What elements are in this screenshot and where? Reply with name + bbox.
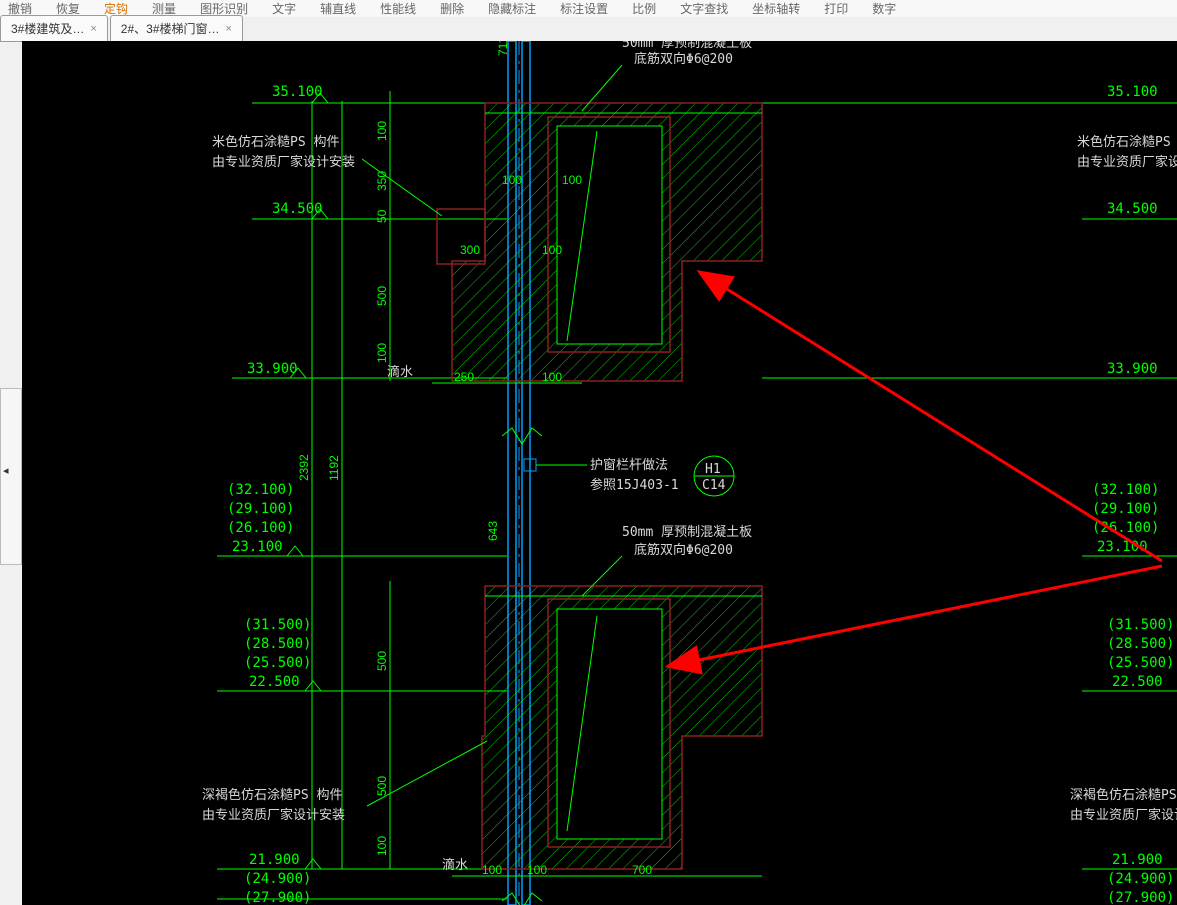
svg-text:(31.500): (31.500) — [1107, 617, 1174, 633]
svg-text:100: 100 — [375, 343, 389, 363]
svg-text:250: 250 — [454, 370, 474, 384]
svg-text:100: 100 — [375, 121, 389, 141]
svg-text:(24.900): (24.900) — [1107, 871, 1174, 887]
svg-text:(24.900): (24.900) — [244, 871, 311, 887]
tab-label: 2#、3#楼梯门窗… — [121, 20, 220, 37]
notes-lower: 深褐色仿石涂糙PS 构件 由专业资质厂家设计安装 滴水 — [202, 741, 487, 873]
svg-text:(25.500): (25.500) — [1107, 655, 1174, 671]
tab-bar: 3#楼建筑及… × 2#、3#楼梯门窗… × — [0, 17, 1177, 42]
slab-note-lower: 50mm 厚预制混凝土板 底筋双向Φ6@200 — [582, 524, 752, 596]
menu-item[interactable]: 打印 — [824, 0, 848, 17]
menu-item[interactable]: 坐标轴转 — [752, 0, 800, 17]
svg-text:100: 100 — [542, 243, 562, 257]
close-icon[interactable]: × — [90, 23, 96, 35]
svg-text:由专业资质厂家设计安: 由专业资质厂家设计安 — [1070, 807, 1177, 823]
elevation-labels-right: 35.100 34.500 33.900 (32.100) (29.100) (… — [1092, 84, 1174, 905]
svg-text:50mm 厚预制混凝土板: 50mm 厚预制混凝土板 — [622, 41, 752, 51]
svg-text:500: 500 — [375, 286, 389, 306]
svg-text:(27.900): (27.900) — [1107, 890, 1174, 905]
svg-text:由专业资质厂家设: 由专业资质厂家设 — [1077, 154, 1177, 170]
svg-text:C14: C14 — [702, 478, 726, 493]
svg-text:21.900: 21.900 — [1112, 852, 1163, 868]
menu-item[interactable]: 标注设置 — [560, 0, 608, 17]
svg-text:100: 100 — [482, 863, 502, 877]
svg-text:100: 100 — [542, 370, 562, 384]
annotation-arrows — [694, 286, 1162, 661]
svg-text:2392: 2392 — [297, 454, 311, 481]
side-panel[interactable]: ◂ — [0, 388, 22, 565]
close-icon[interactable]: × — [226, 23, 232, 35]
svg-text:(28.500): (28.500) — [1107, 636, 1174, 652]
svg-text:23.100: 23.100 — [232, 539, 283, 555]
svg-text:(31.500): (31.500) — [244, 617, 311, 633]
menu-item[interactable]: 比例 — [632, 0, 656, 17]
svg-text:50mm 厚预制混凝土板: 50mm 厚预制混凝土板 — [622, 524, 752, 540]
svg-text:(25.500): (25.500) — [244, 655, 311, 671]
collapse-arrow-icon[interactable]: ◂ — [3, 464, 9, 477]
svg-text:H1: H1 — [705, 462, 721, 477]
svg-text:22.500: 22.500 — [249, 674, 300, 690]
svg-text:35.100: 35.100 — [1107, 84, 1158, 100]
svg-text:50: 50 — [375, 209, 389, 223]
menu-item[interactable]: 隐藏标注 — [488, 0, 536, 17]
svg-text:643: 643 — [486, 521, 500, 541]
svg-text:(28.500): (28.500) — [244, 636, 311, 652]
svg-text:700: 700 — [632, 863, 652, 877]
svg-text:底筋双向Φ6@200: 底筋双向Φ6@200 — [634, 51, 733, 67]
notes-right: 米色仿石涂糙PS 构 由专业资质厂家设 深褐色仿石涂糙PS 构 由专业资质厂家设… — [1070, 134, 1177, 823]
svg-text:米色仿石涂糙PS 构件: 米色仿石涂糙PS 构件 — [212, 134, 339, 150]
lower-detail — [482, 586, 762, 869]
svg-text:底筋双向Φ6@200: 底筋双向Φ6@200 — [634, 542, 733, 558]
svg-text:34.500: 34.500 — [1107, 201, 1158, 217]
svg-text:护窗栏杆做法: 护窗栏杆做法 — [590, 457, 668, 473]
menu-item[interactable]: 性能线 — [380, 0, 416, 17]
menu-item[interactable]: 数字 — [872, 0, 896, 17]
svg-text:(32.100): (32.100) — [1092, 482, 1159, 498]
elevation-labels-left: 35.100 34.500 33.900 (32.100) (29.100) (… — [227, 84, 328, 905]
svg-text:滴水: 滴水 — [387, 364, 413, 380]
svg-text:(29.100): (29.100) — [1092, 501, 1159, 517]
svg-text:(29.100): (29.100) — [227, 501, 294, 517]
svg-text:由专业资质厂家设计安装: 由专业资质厂家设计安装 — [212, 154, 355, 170]
svg-text:米色仿石涂糙PS 构: 米色仿石涂糙PS 构 — [1077, 134, 1177, 150]
svg-text:(26.100): (26.100) — [227, 520, 294, 536]
tab-label: 3#楼建筑及… — [11, 20, 84, 37]
svg-text:500: 500 — [375, 776, 389, 796]
svg-text:滴水: 滴水 — [442, 857, 468, 873]
svg-text:深褐色仿石涂糙PS 构: 深褐色仿石涂糙PS 构 — [1070, 787, 1177, 803]
tab-2[interactable]: 2#、3#楼梯门窗… × — [110, 15, 243, 41]
upper-detail — [437, 103, 762, 381]
svg-text:(27.900): (27.900) — [244, 890, 311, 905]
svg-text:100: 100 — [375, 836, 389, 856]
svg-text:1192: 1192 — [327, 455, 341, 481]
tab-1[interactable]: 3#楼建筑及… × — [0, 15, 108, 41]
svg-text:300: 300 — [460, 243, 480, 257]
svg-text:500: 500 — [375, 651, 389, 671]
svg-text:33.900: 33.900 — [1107, 361, 1158, 377]
svg-text:深褐色仿石涂糙PS 构件: 深褐色仿石涂糙PS 构件 — [202, 787, 342, 803]
svg-text:100: 100 — [562, 173, 582, 187]
svg-text:100: 100 — [527, 863, 547, 877]
menu-item[interactable]: 删除 — [440, 0, 464, 17]
menu-item[interactable]: 辅直线 — [320, 0, 356, 17]
svg-text:22.500: 22.500 — [1112, 674, 1163, 690]
menu-item[interactable]: 文字 — [272, 0, 296, 17]
svg-text:由专业资质厂家设计安装: 由专业资质厂家设计安装 — [202, 807, 345, 823]
svg-text:711: 711 — [496, 41, 510, 56]
drawing-canvas[interactable]: 35.100 34.500 33.900 (32.100) (29.100) (… — [22, 41, 1177, 905]
svg-text:参照15J403-1: 参照15J403-1 — [590, 477, 679, 493]
svg-text:35.100: 35.100 — [272, 84, 323, 100]
menu-item[interactable]: 文字查找 — [680, 0, 728, 17]
svg-text:21.900: 21.900 — [249, 852, 300, 868]
svg-text:33.900: 33.900 — [247, 361, 298, 377]
svg-text:(32.100): (32.100) — [227, 482, 294, 498]
guardrail-note: 护窗栏杆做法 参照15J403-1 H1 C14 — [524, 456, 734, 496]
svg-text:100: 100 — [502, 173, 522, 187]
